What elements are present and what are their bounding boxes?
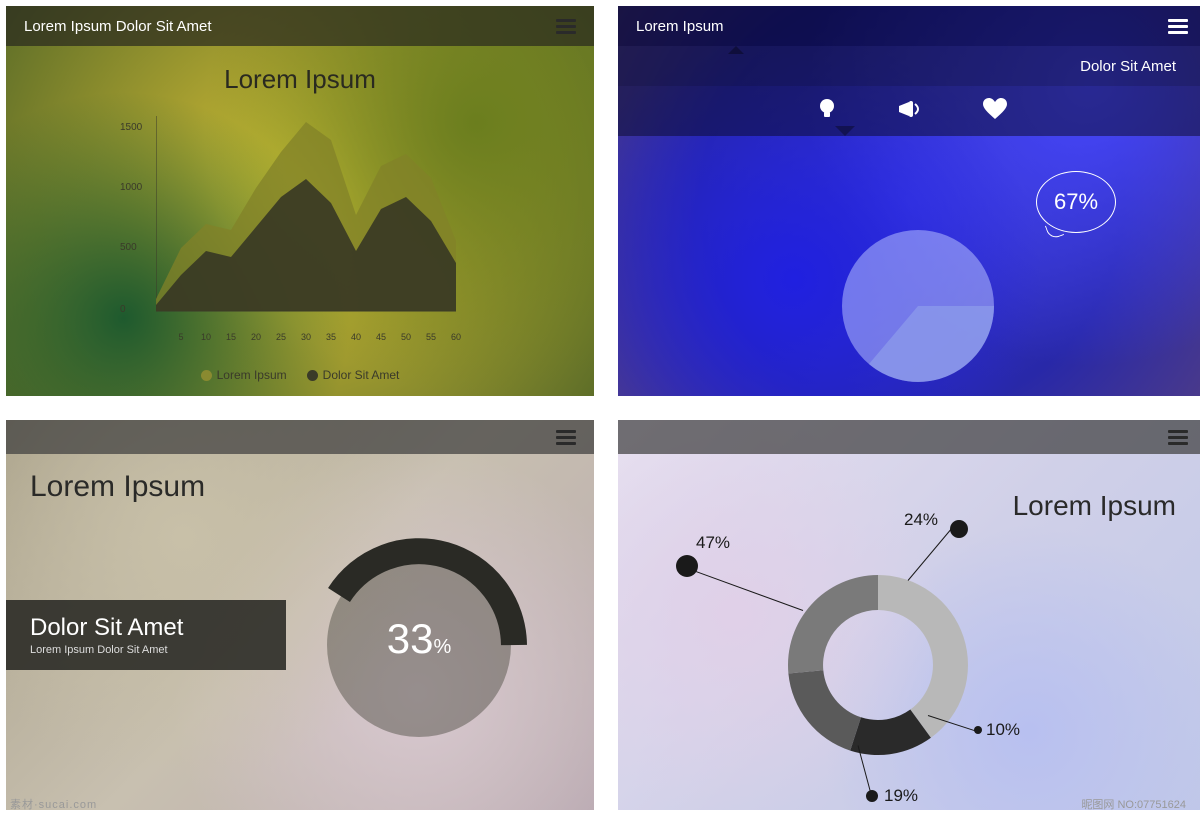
x-tick: 10 xyxy=(201,332,211,342)
legend: Lorem Ipsum Dolor Sit Amet xyxy=(6,368,594,382)
menu-icon[interactable] xyxy=(1168,430,1188,445)
pie-chart xyxy=(838,226,998,386)
box-subtitle: Lorem Ipsum Dolor Sit Amet xyxy=(30,644,262,656)
pie-card: Lorem Ipsum Dolor Sit Amet 67% xyxy=(618,6,1200,396)
area-chart-card: Lorem Ipsum Dolor Sit Amet Lorem Ipsum 1… xyxy=(6,6,594,396)
topbar: Lorem Ipsum xyxy=(618,6,1200,46)
donut-card: Lorem Ipsum 47% 24% 10% 19% xyxy=(618,420,1200,810)
topbar-title: Lorem Ipsum xyxy=(636,18,724,35)
x-tick: 5 xyxy=(178,332,183,342)
heart-icon[interactable] xyxy=(983,98,1007,125)
y-tick: 1000 xyxy=(120,182,142,193)
lightbulb-icon[interactable] xyxy=(817,97,837,126)
callout-dot xyxy=(676,555,698,577)
x-tick: 55 xyxy=(426,332,436,342)
box-title: Dolor Sit Amet xyxy=(30,614,262,642)
topbar xyxy=(6,420,594,454)
y-tick: 500 xyxy=(120,242,137,253)
gauge-card: Lorem Ipsum Dolor Sit Amet Lorem Ipsum D… xyxy=(6,420,594,810)
slice-label: 47% xyxy=(696,533,730,553)
callout-dot xyxy=(866,790,878,802)
chart-title: Lorem Ipsum xyxy=(6,64,594,95)
info-box: Dolor Sit Amet Lorem Ipsum Dolor Sit Ame… xyxy=(6,600,286,670)
x-tick: 30 xyxy=(301,332,311,342)
menu-icon[interactable] xyxy=(1168,19,1188,34)
area-chart: 1500 1000 500 0 5 10 15 20 25 30 35 40 4… xyxy=(156,116,466,326)
topbar xyxy=(618,420,1200,454)
callout-dot xyxy=(950,520,968,538)
y-tick: 0 xyxy=(120,304,126,315)
x-tick: 25 xyxy=(276,332,286,342)
callout-dot xyxy=(974,726,982,734)
card-title: Lorem Ipsum xyxy=(30,470,205,504)
x-tick: 15 xyxy=(226,332,236,342)
topbar: Lorem Ipsum Dolor Sit Amet xyxy=(6,6,594,46)
x-tick: 45 xyxy=(376,332,386,342)
subbar: Dolor Sit Amet xyxy=(618,46,1200,86)
watermark: 昵图网 NO:07751624 xyxy=(1081,796,1186,812)
topbar-title: Lorem Ipsum Dolor Sit Amet xyxy=(24,18,212,35)
legend-item: Lorem Ipsum xyxy=(201,368,287,382)
x-tick: 35 xyxy=(326,332,336,342)
slice-label: 10% xyxy=(986,720,1020,740)
subbar-title: Dolor Sit Amet xyxy=(1080,58,1176,75)
icon-bar xyxy=(618,86,1200,136)
slice-label: 19% xyxy=(884,786,918,806)
card-title: Lorem Ipsum xyxy=(1013,490,1176,522)
percent-bubble: 67% xyxy=(1036,171,1116,233)
megaphone-icon[interactable] xyxy=(897,99,923,124)
x-tick: 20 xyxy=(251,332,261,342)
watermark: 素材·sucai.com xyxy=(10,796,97,812)
x-tick: 40 xyxy=(351,332,361,342)
gauge-value: 33% xyxy=(304,615,534,663)
x-tick: 50 xyxy=(401,332,411,342)
menu-icon[interactable] xyxy=(556,19,576,34)
x-tick: 60 xyxy=(451,332,461,342)
donut-chart xyxy=(768,555,988,775)
menu-icon[interactable] xyxy=(556,430,576,445)
slice-label: 24% xyxy=(904,510,938,530)
y-tick: 1500 xyxy=(120,122,142,133)
legend-item: Dolor Sit Amet xyxy=(307,368,400,382)
